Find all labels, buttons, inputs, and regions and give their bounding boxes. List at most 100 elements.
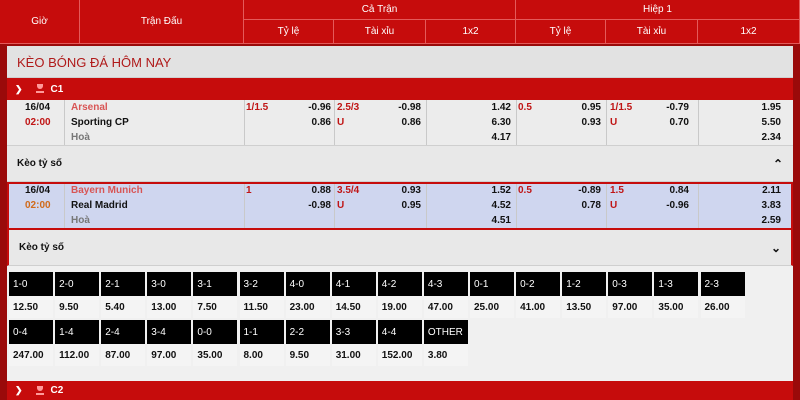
score-odds[interactable]: 87.00 xyxy=(101,344,146,366)
score-odds[interactable]: 11.50 xyxy=(239,296,284,318)
ft-over-odds[interactable]: -0.98 xyxy=(387,102,421,113)
score-cell[interactable]: 0-3 97.00 xyxy=(608,272,653,318)
score-odds[interactable]: 5.40 xyxy=(101,296,146,318)
score-odds[interactable]: 26.00 xyxy=(700,296,745,318)
score-cell[interactable]: 4-4 152.00 xyxy=(377,320,422,366)
ft-under-odds[interactable]: 0.95 xyxy=(387,200,421,211)
score-odds[interactable]: 41.00 xyxy=(516,296,561,318)
score-cell[interactable]: 3-4 97.00 xyxy=(147,320,192,366)
score-odds[interactable]: 7.50 xyxy=(193,296,238,318)
score-cell[interactable]: 3-2 11.50 xyxy=(239,272,284,318)
h1-1x2-away[interactable]: 5.50 xyxy=(747,117,781,128)
ft-handicap-home-odds[interactable]: 0.88 xyxy=(297,185,331,196)
score-odds[interactable]: 247.00 xyxy=(9,344,53,366)
h1-1x2-draw[interactable]: 2.34 xyxy=(747,132,781,143)
score-odds[interactable]: 23.00 xyxy=(285,296,330,318)
ft-1x2-home[interactable]: 1.52 xyxy=(477,185,511,196)
h1-under-odds[interactable]: 0.70 xyxy=(655,117,689,128)
correct-score-toggle-open[interactable]: Kèo tỷ số ⌄ xyxy=(7,230,793,266)
match-time: 02:00 xyxy=(25,117,51,128)
match-row-bayern[interactable]: 16/04 02:00 Bayern Munich Real Madrid Ho… xyxy=(7,182,793,230)
score-odds[interactable]: 13.00 xyxy=(147,296,192,318)
score-cell[interactable]: 0-4 247.00 xyxy=(9,320,53,366)
score-odds[interactable]: 35.00 xyxy=(193,344,238,366)
score-label: 1-4 xyxy=(55,320,100,344)
score-label: 3-2 xyxy=(239,272,284,296)
chevron-up-icon[interactable]: ⌃ xyxy=(773,157,783,171)
h1-over-odds[interactable]: -0.79 xyxy=(655,102,689,113)
ft-1x2-away[interactable]: 6.30 xyxy=(477,117,511,128)
score-odds[interactable]: 97.00 xyxy=(147,344,192,366)
score-cell[interactable]: 3-0 13.00 xyxy=(147,272,192,318)
score-odds[interactable]: 9.50 xyxy=(55,296,100,318)
ft-under-label: U xyxy=(337,117,345,128)
score-cell[interactable]: 4-1 14.50 xyxy=(331,272,376,318)
score-odds[interactable]: 35.00 xyxy=(654,296,699,318)
score-odds[interactable]: 12.50 xyxy=(9,296,53,318)
score-cell[interactable]: 2-4 87.00 xyxy=(101,320,146,366)
ft-handicap-away-odds[interactable]: 0.86 xyxy=(297,117,331,128)
h1-over-odds[interactable]: 0.84 xyxy=(655,185,689,196)
ft-over-odds[interactable]: 0.93 xyxy=(387,185,421,196)
draw-label: Hoà xyxy=(71,132,90,143)
score-cell[interactable]: 1-0 12.50 xyxy=(9,272,53,318)
score-odds[interactable]: 8.00 xyxy=(239,344,284,366)
ft-1x2-draw[interactable]: 4.51 xyxy=(477,215,511,226)
league-header-c2[interactable]: ❯ C2 xyxy=(7,381,793,400)
h1-handicap-home-odds[interactable]: -0.89 xyxy=(567,185,601,196)
ft-handicap-home-odds[interactable]: -0.96 xyxy=(297,102,331,113)
correct-score-toggle[interactable]: Kèo tỷ số ⌃ xyxy=(7,146,793,182)
league-header-c1[interactable]: ❯ C1 xyxy=(7,78,793,100)
score-odds[interactable]: 25.00 xyxy=(470,296,514,318)
ft-handicap-away-odds[interactable]: -0.98 xyxy=(297,200,331,211)
score-cell[interactable]: 4-2 19.00 xyxy=(377,272,422,318)
chevron-down-icon[interactable]: ❯ xyxy=(15,84,23,95)
score-odds[interactable]: 14.50 xyxy=(331,296,376,318)
score-cell[interactable]: 2-1 5.40 xyxy=(101,272,146,318)
score-odds[interactable]: 31.00 xyxy=(331,344,376,366)
score-cell[interactable]: 4-3 47.00 xyxy=(423,272,468,318)
ft-1x2-draw[interactable]: 4.17 xyxy=(477,132,511,143)
score-cell[interactable]: 4-0 23.00 xyxy=(285,272,330,318)
ft-under-odds[interactable]: 0.86 xyxy=(387,117,421,128)
score-cell[interactable]: 3-3 31.00 xyxy=(331,320,376,366)
score-odds[interactable]: 152.00 xyxy=(377,344,422,366)
score-odds[interactable]: 47.00 xyxy=(423,296,468,318)
h1-handicap-away-odds[interactable]: 0.93 xyxy=(567,117,601,128)
h1-under-odds[interactable]: -0.96 xyxy=(655,200,689,211)
match-row-arsenal[interactable]: 16/04 02:00 Arsenal Sporting CP Hoà 1/1.… xyxy=(7,100,793,146)
score-cell[interactable]: 2-3 26.00 xyxy=(700,272,745,318)
score-odds[interactable]: 13.50 xyxy=(562,296,607,318)
odds-table-header: Giờ Trận Đấu Cả Trận Hiệp 1 Tỷ lệ Tài xỉ… xyxy=(0,0,800,44)
score-label: 1-3 xyxy=(654,272,699,296)
score-odds[interactable]: 97.00 xyxy=(608,296,653,318)
ft-1x2-away[interactable]: 4.52 xyxy=(477,200,511,211)
score-cell[interactable]: 0-0 35.00 xyxy=(193,320,238,366)
score-cell[interactable]: 1-4 112.00 xyxy=(55,320,100,366)
ft-1x2-home[interactable]: 1.42 xyxy=(477,102,511,113)
chevron-down-icon[interactable]: ❯ xyxy=(15,385,23,396)
h1-1x2-away[interactable]: 3.83 xyxy=(747,200,781,211)
h1-1x2-home[interactable]: 1.95 xyxy=(747,102,781,113)
col-handicap-h1: Tỷ lệ xyxy=(516,20,606,44)
score-cell[interactable]: 0-2 41.00 xyxy=(516,272,561,318)
score-cell[interactable]: 1-3 35.00 xyxy=(654,272,699,318)
draw-label: Hoà xyxy=(71,215,90,226)
score-odds[interactable]: 3.80 xyxy=(423,344,468,366)
score-odds[interactable]: 19.00 xyxy=(377,296,422,318)
h1-1x2-draw[interactable]: 2.59 xyxy=(747,215,781,226)
score-odds[interactable]: 9.50 xyxy=(285,344,330,366)
chevron-down-icon[interactable]: ⌄ xyxy=(771,241,781,255)
score-cell[interactable]: 2-2 9.50 xyxy=(285,320,330,366)
score-cell[interactable]: 1-1 8.00 xyxy=(239,320,284,366)
score-cell[interactable]: 2-0 9.50 xyxy=(55,272,100,318)
h1-1x2-home[interactable]: 2.11 xyxy=(747,185,781,196)
score-cell[interactable]: 3-1 7.50 xyxy=(193,272,238,318)
score-cell[interactable]: 0-1 25.00 xyxy=(470,272,514,318)
h1-handicap-home-odds[interactable]: 0.95 xyxy=(567,102,601,113)
score-cell[interactable]: OTHER 3.80 xyxy=(423,320,468,366)
score-cell[interactable]: 1-2 13.50 xyxy=(562,272,607,318)
score-odds[interactable]: 112.00 xyxy=(55,344,100,366)
ft-under-label: U xyxy=(337,200,345,211)
h1-handicap-away-odds[interactable]: 0.78 xyxy=(567,200,601,211)
